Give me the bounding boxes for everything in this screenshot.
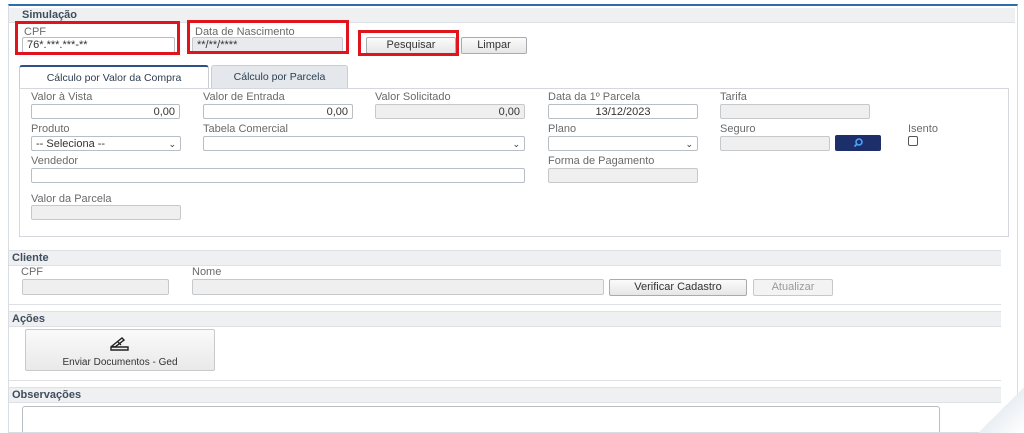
vendedor-input[interactable]: [31, 168, 525, 183]
main-frame: Simulação CPF 76*.***.***-** Data de Nas…: [8, 4, 1018, 433]
valor-entrada-input[interactable]: 0,00: [203, 104, 353, 119]
chevron-down-icon: ⌄: [512, 139, 520, 149]
section-acoes: Ações: [9, 311, 1001, 327]
verificar-cadastro-button[interactable]: Verificar Cadastro: [609, 279, 747, 296]
chevron-down-icon: ⌄: [685, 139, 693, 149]
highlight-pesquisar: [358, 30, 459, 56]
valor-solicitado-label: Valor Solicitado: [375, 91, 451, 103]
data-parcela-input[interactable]: 13/12/2023: [548, 104, 698, 119]
produto-label: Produto: [31, 123, 70, 135]
section-acoes-title: Ações: [12, 313, 46, 325]
search-icon: [853, 138, 863, 148]
tab-calculo-valor-compra[interactable]: Cálculo por Valor da Compra: [19, 65, 209, 89]
forma-pagamento-label: Forma de Pagamento: [548, 155, 655, 167]
section-observacoes-title: Observações: [12, 389, 82, 401]
cliente-nome-input: [192, 279, 604, 295]
observacoes-textarea[interactable]: [22, 406, 940, 432]
produto-select[interactable]: -- Seleciona -- ⌄: [31, 136, 181, 151]
valor-parcela-label: Valor da Parcela: [31, 193, 112, 205]
forma-pagamento-input: [548, 168, 698, 183]
page-curl: [978, 387, 1024, 433]
tarifa-input: [720, 104, 870, 119]
seguro-input: [720, 136, 830, 151]
valor-vista-label: Valor à Vista: [31, 91, 93, 103]
highlight-nascimento: [187, 20, 349, 54]
divider: [9, 304, 1001, 305]
cliente-nome-label: Nome: [192, 266, 222, 278]
atualizar-button[interactable]: Atualizar: [753, 279, 833, 296]
tarifa-label: Tarifa: [720, 91, 747, 103]
plano-label: Plano: [548, 123, 577, 135]
valor-entrada-label: Valor de Entrada: [203, 91, 285, 103]
valor-parcela-input: [31, 205, 181, 220]
seguro-search-button[interactable]: [835, 135, 881, 151]
chevron-down-icon: ⌄: [168, 139, 176, 149]
produto-select-value: -- Seleciona --: [36, 138, 106, 150]
section-observacoes: Observações: [9, 387, 1001, 403]
section-simulacao-title: Simulação: [22, 9, 78, 21]
cliente-cpf-input: [22, 279, 169, 295]
valor-vista-input[interactable]: 0,00: [31, 104, 180, 119]
tabela-comercial-label: Tabela Comercial: [203, 123, 288, 135]
isento-checkbox[interactable]: [908, 136, 918, 146]
data-parcela-label: Data da 1º Parcela: [548, 91, 641, 103]
isento-label: Isento: [908, 123, 938, 135]
tabela-comercial-select[interactable]: ⌄: [203, 136, 525, 151]
seguro-label: Seguro: [720, 123, 756, 135]
valor-solicitado-input: 0,00: [375, 104, 525, 119]
section-cliente: Cliente: [9, 250, 1001, 266]
plano-select[interactable]: ⌄: [548, 136, 698, 151]
tab-calculo-parcela[interactable]: Cálculo por Parcela: [211, 65, 348, 89]
enviar-documentos-ged-button[interactable]: Enviar Documentos - Ged: [25, 329, 215, 371]
cliente-cpf-label: CPF: [21, 266, 43, 278]
highlight-cpf: [15, 21, 180, 55]
limpar-button[interactable]: Limpar: [461, 37, 527, 54]
section-cliente-title: Cliente: [12, 252, 49, 264]
scanner-icon: [110, 337, 129, 351]
divider: [9, 380, 1001, 381]
enviar-documentos-label: Enviar Documentos - Ged: [62, 357, 178, 368]
vendedor-label: Vendedor: [31, 155, 79, 167]
